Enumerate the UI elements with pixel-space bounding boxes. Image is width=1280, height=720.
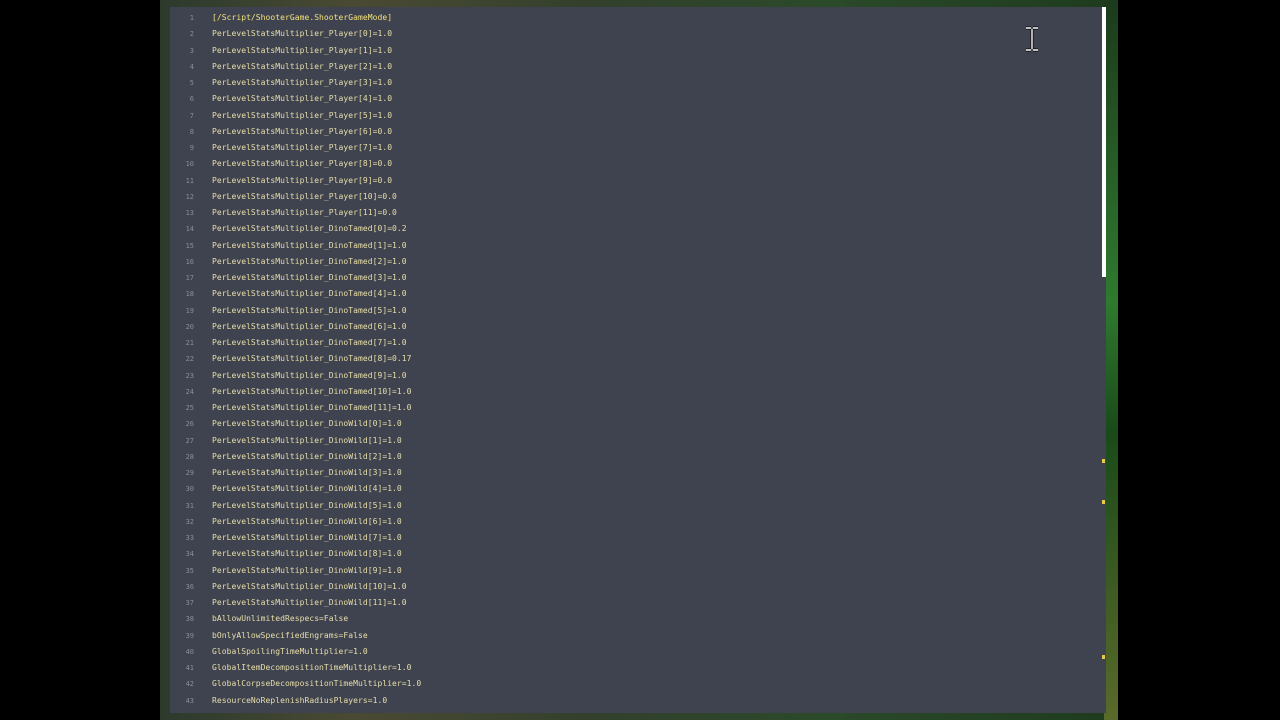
line-number: 40: [185, 647, 194, 656]
code-line[interactable]: PerLevelStatsMultiplier_Player[10]=0.0: [212, 190, 397, 203]
code-line[interactable]: PerLevelStatsMultiplier_DinoTamed[2]=1.0: [212, 255, 407, 268]
text-cursor-ibeam-icon: [1024, 26, 1040, 52]
line-number: 28: [185, 452, 194, 461]
code-line[interactable]: PerLevelStatsMultiplier_DinoTamed[0]=0.2: [212, 222, 407, 235]
line-number: 27: [185, 436, 194, 445]
code-line[interactable]: PerLevelStatsMultiplier_DinoWild[3]=1.0: [212, 466, 402, 479]
code-line[interactable]: PerLevelStatsMultiplier_DinoTamed[5]=1.0: [212, 304, 407, 317]
code-line[interactable]: PerLevelStatsMultiplier_DinoWild[7]=1.0: [212, 531, 402, 544]
code-line[interactable]: PerLevelStatsMultiplier_Player[1]=1.0: [212, 44, 392, 57]
scroll-marker: [1102, 655, 1105, 659]
line-number: 41: [185, 664, 194, 672]
line-number: 39: [185, 631, 194, 640]
code-line[interactable]: PerLevelStatsMultiplier_Player[6]=0.0: [212, 125, 392, 138]
line-number: 38: [185, 615, 194, 624]
code-line[interactable]: PerLevelStatsMultiplier_Player[2]=1.0: [212, 60, 392, 73]
line-number: 5: [189, 79, 194, 87]
code-line[interactable]: PerLevelStatsMultiplier_Player[0]=1.0: [212, 27, 392, 40]
code-line[interactable]: bAllowUnlimitedRespecs=False: [212, 612, 348, 625]
vertical-scrollbar[interactable]: [1102, 7, 1106, 713]
code-line[interactable]: PerLevelStatsMultiplier_DinoTamed[11]=1.…: [212, 401, 412, 414]
line-number: 8: [189, 127, 194, 136]
line-number: 14: [185, 225, 194, 234]
line-number: 33: [185, 534, 194, 542]
line-number: 20: [185, 322, 194, 331]
code-line[interactable]: ResourceNoReplenishRadiusPlayers=1.0: [212, 694, 387, 707]
line-number: 18: [185, 290, 194, 299]
code-line[interactable]: PerLevelStatsMultiplier_DinoTamed[3]=1.0: [212, 271, 407, 284]
line-number: 10: [185, 160, 194, 169]
line-number: 3: [189, 46, 194, 55]
line-number: 25: [185, 404, 194, 412]
code-line[interactable]: PerLevelStatsMultiplier_DinoTamed[9]=1.0: [212, 369, 407, 382]
line-number: 37: [185, 599, 194, 607]
line-number: 13: [185, 209, 194, 217]
code-line[interactable]: GlobalItemDecompositionTimeMultiplier=1.…: [212, 661, 412, 674]
line-number: 11: [185, 176, 194, 185]
line-number: 16: [185, 257, 194, 266]
line-number: 29: [185, 469, 194, 477]
line-number: 35: [185, 566, 194, 575]
scrollbar-thumb[interactable]: [1102, 7, 1106, 277]
line-number: 42: [185, 680, 194, 689]
code-line[interactable]: PerLevelStatsMultiplier_DinoWild[2]=1.0: [212, 450, 402, 463]
line-number: 15: [185, 241, 194, 250]
line-number: 7: [189, 111, 194, 120]
line-number: 21: [185, 339, 194, 347]
code-line[interactable]: GlobalSpoilingTimeMultiplier=1.0: [212, 645, 368, 658]
line-number: 23: [185, 371, 194, 380]
code-line[interactable]: bOnlyAllowSpecifiedEngrams=False: [212, 629, 368, 642]
line-number: 17: [185, 274, 194, 282]
line-number: 6: [189, 95, 194, 104]
scroll-marker: [1102, 500, 1105, 504]
line-number: 32: [185, 517, 194, 526]
code-line[interactable]: PerLevelStatsMultiplier_Player[3]=1.0: [212, 76, 392, 89]
ini-section-header[interactable]: [/Script/ShooterGame.ShooterGameMode]: [212, 11, 392, 24]
code-line[interactable]: PerLevelStatsMultiplier_DinoTamed[6]=1.0: [212, 320, 407, 333]
line-number: 4: [189, 62, 194, 71]
line-number: 31: [185, 501, 194, 510]
code-line[interactable]: PerLevelStatsMultiplier_Player[4]=1.0: [212, 92, 392, 105]
code-line[interactable]: PerLevelStatsMultiplier_DinoTamed[4]=1.0: [212, 287, 407, 300]
code-line[interactable]: PerLevelStatsMultiplier_Player[8]=0.0: [212, 157, 392, 170]
line-number: 22: [185, 355, 194, 364]
line-number: 26: [185, 420, 194, 429]
code-line[interactable]: PerLevelStatsMultiplier_DinoTamed[1]=1.0: [212, 239, 407, 252]
code-line[interactable]: PerLevelStatsMultiplier_Player[11]=0.0: [212, 206, 397, 219]
line-number: 9: [189, 144, 194, 152]
line-number: 2: [189, 30, 194, 39]
line-number: 30: [185, 485, 194, 494]
code-line[interactable]: PerLevelStatsMultiplier_DinoTamed[10]=1.…: [212, 385, 412, 398]
code-line[interactable]: PerLevelStatsMultiplier_DinoWild[9]=1.0: [212, 564, 402, 577]
code-line[interactable]: PerLevelStatsMultiplier_DinoWild[10]=1.0: [212, 580, 407, 593]
line-number: 19: [185, 306, 194, 315]
code-line[interactable]: GlobalCorpseDecompositionTimeMultiplier=…: [212, 677, 421, 690]
code-line[interactable]: PerLevelStatsMultiplier_Player[5]=1.0: [212, 109, 392, 122]
scroll-marker: [1102, 459, 1105, 463]
code-line[interactable]: PerLevelStatsMultiplier_DinoWild[5]=1.0: [212, 499, 402, 512]
code-area[interactable]: [/Script/ShooterGame.ShooterGameMode] Per…: [212, 7, 1092, 713]
code-line[interactable]: PerLevelStatsMultiplier_Player[7]=1.0: [212, 141, 392, 154]
code-line[interactable]: PerLevelStatsMultiplier_DinoWild[11]=1.0: [212, 596, 407, 609]
code-line[interactable]: PerLevelStatsMultiplier_DinoTamed[8]=0.1…: [212, 352, 412, 365]
line-number: 43: [185, 696, 194, 705]
code-line[interactable]: PerLevelStatsMultiplier_DinoWild[4]=1.0: [212, 482, 402, 495]
code-line[interactable]: PerLevelStatsMultiplier_DinoWild[8]=1.0: [212, 547, 402, 560]
line-number: 1: [189, 14, 194, 22]
line-number: 12: [185, 192, 194, 201]
line-number: 34: [185, 550, 194, 559]
line-number: 24: [185, 387, 194, 396]
code-line[interactable]: PerLevelStatsMultiplier_Player[9]=0.0: [212, 174, 392, 187]
code-line[interactable]: PerLevelStatsMultiplier_DinoWild[6]=1.0: [212, 515, 402, 528]
screen: 1 2 3 4 5 6 7 8 9 10 11 12 13 14 15 16 17 18 19 20 21 22 23 24 2…: [0, 0, 1280, 720]
code-line[interactable]: PerLevelStatsMultiplier_DinoTamed[7]=1.0: [212, 336, 407, 349]
text-editor[interactable]: 1 2 3 4 5 6 7 8 9 10 11 12 13 14 15 16 17 18 19 20 21 22 23 24 2…: [170, 7, 1106, 713]
line-number: 36: [185, 582, 194, 591]
code-line[interactable]: PerLevelStatsMultiplier_DinoWild[1]=1.0: [212, 434, 402, 447]
code-line[interactable]: PerLevelStatsMultiplier_DinoWild[0]=1.0: [212, 417, 402, 430]
line-number-gutter: 1 2 3 4 5 6 7 8 9 10 11 12 13 14 15 16 17 18 19 20 21 22 23 24 2…: [170, 7, 206, 713]
